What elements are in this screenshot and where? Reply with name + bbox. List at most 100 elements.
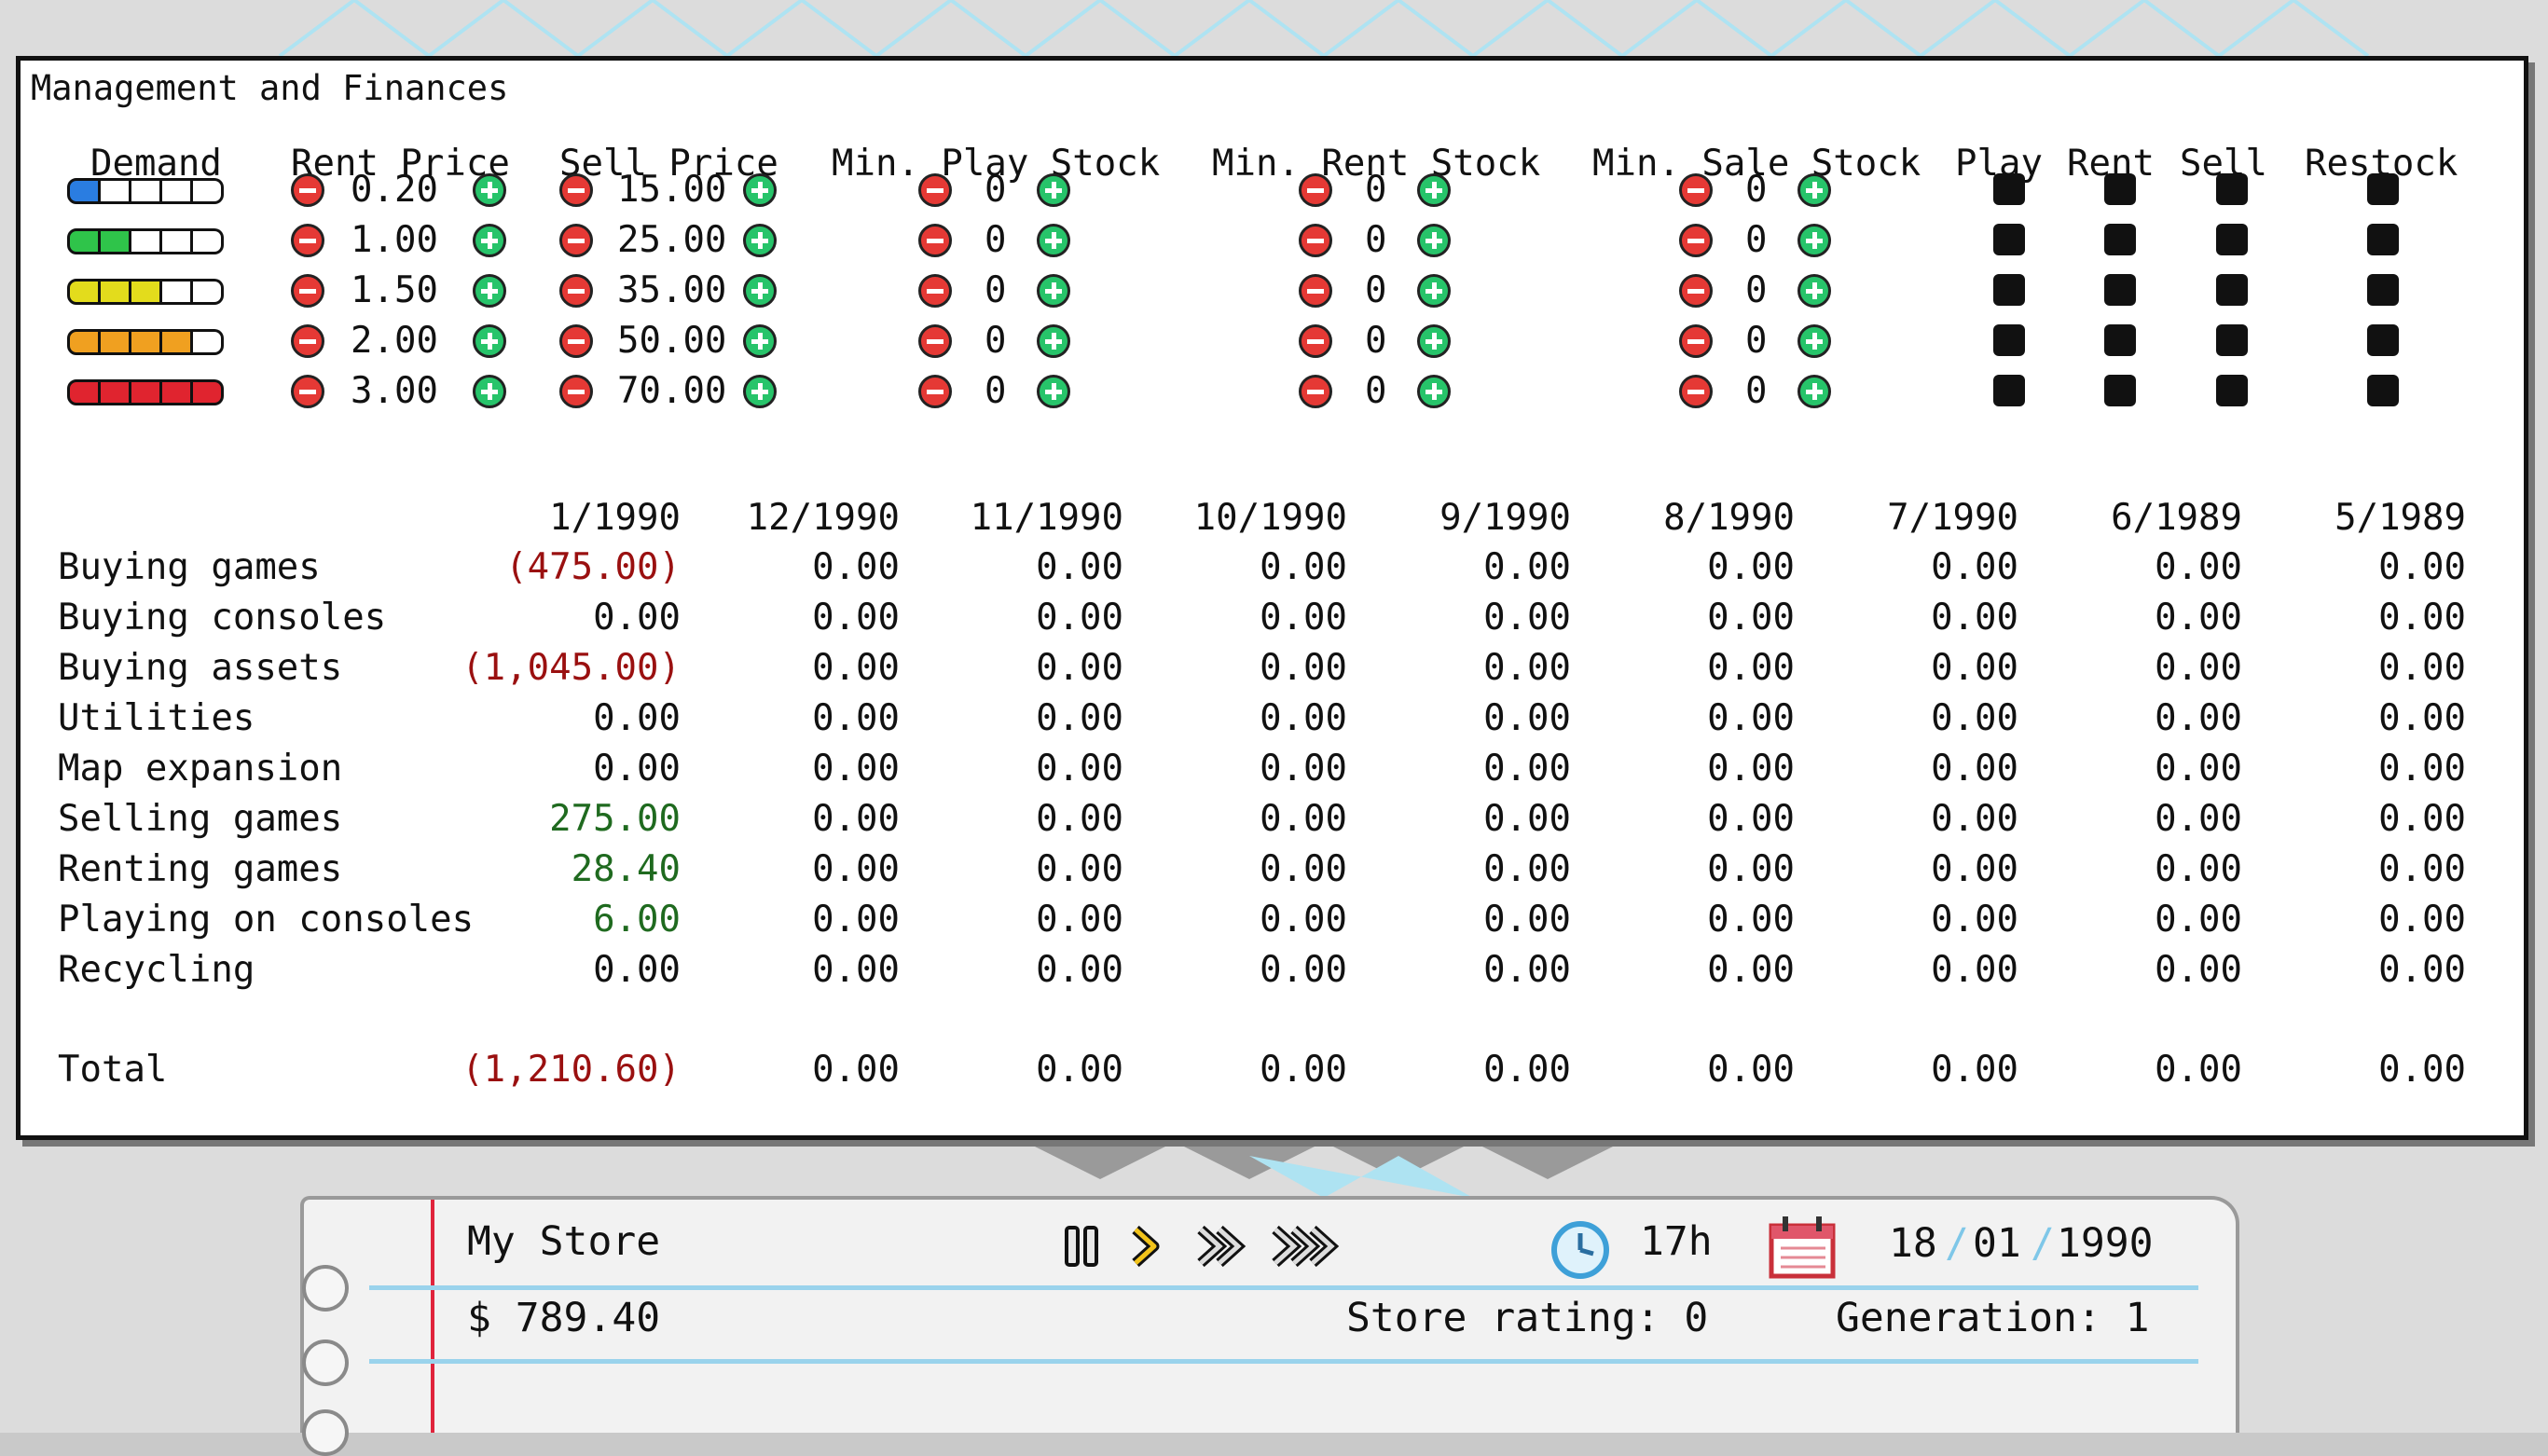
demand-segment xyxy=(101,228,131,254)
min-rent-stock-decrease-button[interactable] xyxy=(1299,324,1332,358)
finance-history-value: 0.00 xyxy=(1483,848,1571,890)
play-toggle[interactable] xyxy=(1993,224,2025,255)
play-speed-1-icon[interactable] xyxy=(1132,1225,1160,1268)
sell-toggle[interactable] xyxy=(2216,173,2248,205)
play-toggle[interactable] xyxy=(1993,173,2025,205)
min-rent-stock-decrease-button[interactable] xyxy=(1299,173,1332,207)
min-rent-stock-increase-button[interactable] xyxy=(1417,173,1451,207)
play-toggle[interactable] xyxy=(1993,375,2025,406)
rent-price-decrease-button[interactable] xyxy=(291,224,324,257)
sell-price-decrease-button[interactable] xyxy=(559,274,593,308)
restock-toggle[interactable] xyxy=(2367,173,2399,205)
rent-price-increase-button[interactable] xyxy=(473,173,506,207)
min-play-stock-decrease-button[interactable] xyxy=(918,173,952,207)
finance-history-value: 0.00 xyxy=(812,697,900,739)
min-sale-stock-increase-button[interactable] xyxy=(1797,224,1831,257)
sell-price-increase-button[interactable] xyxy=(743,224,777,257)
rent-price-value: 2.00 xyxy=(351,320,438,362)
min-play-stock-increase-button[interactable] xyxy=(1037,224,1070,257)
min-sale-stock-increase-button[interactable] xyxy=(1797,274,1831,308)
rent-toggle[interactable] xyxy=(2104,274,2136,306)
finance-history-value: 0.00 xyxy=(812,647,900,689)
restock-toggle[interactable] xyxy=(2367,274,2399,306)
min-play-stock-increase-button[interactable] xyxy=(1037,274,1070,308)
rent-price-increase-button[interactable] xyxy=(473,224,506,257)
rent-toggle[interactable] xyxy=(2104,375,2136,406)
rent-price-decrease-button[interactable] xyxy=(291,173,324,207)
min-sale-stock-increase-button[interactable] xyxy=(1797,173,1831,207)
sell-price-increase-button[interactable] xyxy=(743,274,777,308)
sell-price-increase-button[interactable] xyxy=(743,173,777,207)
play-speed-2-icon[interactable] xyxy=(1197,1225,1246,1268)
min-sale-stock-decrease-button[interactable] xyxy=(1679,324,1713,358)
finance-history-value: 0.00 xyxy=(1931,748,2018,790)
rent-price-decrease-button[interactable] xyxy=(291,324,324,358)
min-sale-stock-decrease-button[interactable] xyxy=(1679,375,1713,408)
min-sale-stock-decrease-button[interactable] xyxy=(1679,274,1713,308)
sell-toggle[interactable] xyxy=(2216,375,2248,406)
sell-toggle[interactable] xyxy=(2216,324,2248,356)
pause-icon[interactable] xyxy=(1065,1226,1098,1267)
finance-history-value: 0.00 xyxy=(812,546,900,588)
min-play-stock-value: 0 xyxy=(985,269,1007,311)
min-sale-stock-increase-button[interactable] xyxy=(1797,324,1831,358)
min-rent-stock-decrease-button[interactable] xyxy=(1299,375,1332,408)
rent-toggle[interactable] xyxy=(2104,324,2136,356)
sell-price-decrease-button[interactable] xyxy=(559,375,593,408)
sell-price-increase-button[interactable] xyxy=(743,375,777,408)
min-play-stock-increase-button[interactable] xyxy=(1037,324,1070,358)
rent-price-value: 0.20 xyxy=(351,169,438,211)
min-play-stock-value: 0 xyxy=(985,169,1007,211)
min-play-stock-decrease-button[interactable] xyxy=(918,224,952,257)
finance-history-value: 0.00 xyxy=(2378,597,2466,639)
finance-history-value: 0.00 xyxy=(1931,546,2018,588)
min-play-stock-increase-button[interactable] xyxy=(1037,375,1070,408)
sell-price-decrease-button[interactable] xyxy=(559,173,593,207)
finance-history-value: 0.00 xyxy=(1483,899,1571,941)
rent-price-increase-button[interactable] xyxy=(473,324,506,358)
finance-row-label: Buying consoles xyxy=(58,597,387,639)
finance-history-value: 0.00 xyxy=(2155,546,2242,588)
rent-toggle[interactable] xyxy=(2104,224,2136,255)
finance-history-value: 0.00 xyxy=(1707,647,1795,689)
finance-history-value: 0.00 xyxy=(812,848,900,890)
finance-history-value: 0.00 xyxy=(1260,748,1347,790)
sell-toggle[interactable] xyxy=(2216,224,2248,255)
finance-history-value: 0.00 xyxy=(1260,848,1347,890)
sell-price-decrease-button[interactable] xyxy=(559,224,593,257)
min-rent-stock-increase-button[interactable] xyxy=(1417,375,1451,408)
min-rent-stock-decrease-button[interactable] xyxy=(1299,224,1332,257)
sell-price-increase-button[interactable] xyxy=(743,324,777,358)
finance-current-value: (1,045.00) xyxy=(461,647,681,689)
restock-toggle[interactable] xyxy=(2367,324,2399,356)
rent-price-decrease-button[interactable] xyxy=(291,274,324,308)
rent-toggle[interactable] xyxy=(2104,173,2136,205)
min-rent-stock-decrease-button[interactable] xyxy=(1299,274,1332,308)
min-rent-stock-increase-button[interactable] xyxy=(1417,274,1451,308)
finance-history-value: 0.00 xyxy=(1260,647,1347,689)
play-toggle[interactable] xyxy=(1993,274,2025,306)
min-play-stock-decrease-button[interactable] xyxy=(918,324,952,358)
sell-toggle[interactable] xyxy=(2216,274,2248,306)
restock-toggle[interactable] xyxy=(2367,375,2399,406)
min-sale-stock-decrease-button[interactable] xyxy=(1679,224,1713,257)
demand-segment xyxy=(131,228,162,254)
play-toggle[interactable] xyxy=(1993,324,2025,356)
restock-toggle[interactable] xyxy=(2367,224,2399,255)
min-play-stock-decrease-button[interactable] xyxy=(918,274,952,308)
rent-price-increase-button[interactable] xyxy=(473,274,506,308)
min-sale-stock-increase-button[interactable] xyxy=(1797,375,1831,408)
min-sale-stock-decrease-button[interactable] xyxy=(1679,173,1713,207)
min-rent-stock-increase-button[interactable] xyxy=(1417,224,1451,257)
finance-row-label: Buying games xyxy=(58,546,321,588)
demand-segment xyxy=(131,329,162,355)
min-play-stock-decrease-button[interactable] xyxy=(918,375,952,408)
rent-price-decrease-button[interactable] xyxy=(291,375,324,408)
sell-price-decrease-button[interactable] xyxy=(559,324,593,358)
min-play-stock-increase-button[interactable] xyxy=(1037,173,1070,207)
play-speed-3-icon[interactable] xyxy=(1272,1225,1340,1268)
demand-bar xyxy=(67,329,226,355)
finance-history-value: 0.00 xyxy=(1036,647,1123,689)
min-rent-stock-increase-button[interactable] xyxy=(1417,324,1451,358)
rent-price-increase-button[interactable] xyxy=(473,375,506,408)
